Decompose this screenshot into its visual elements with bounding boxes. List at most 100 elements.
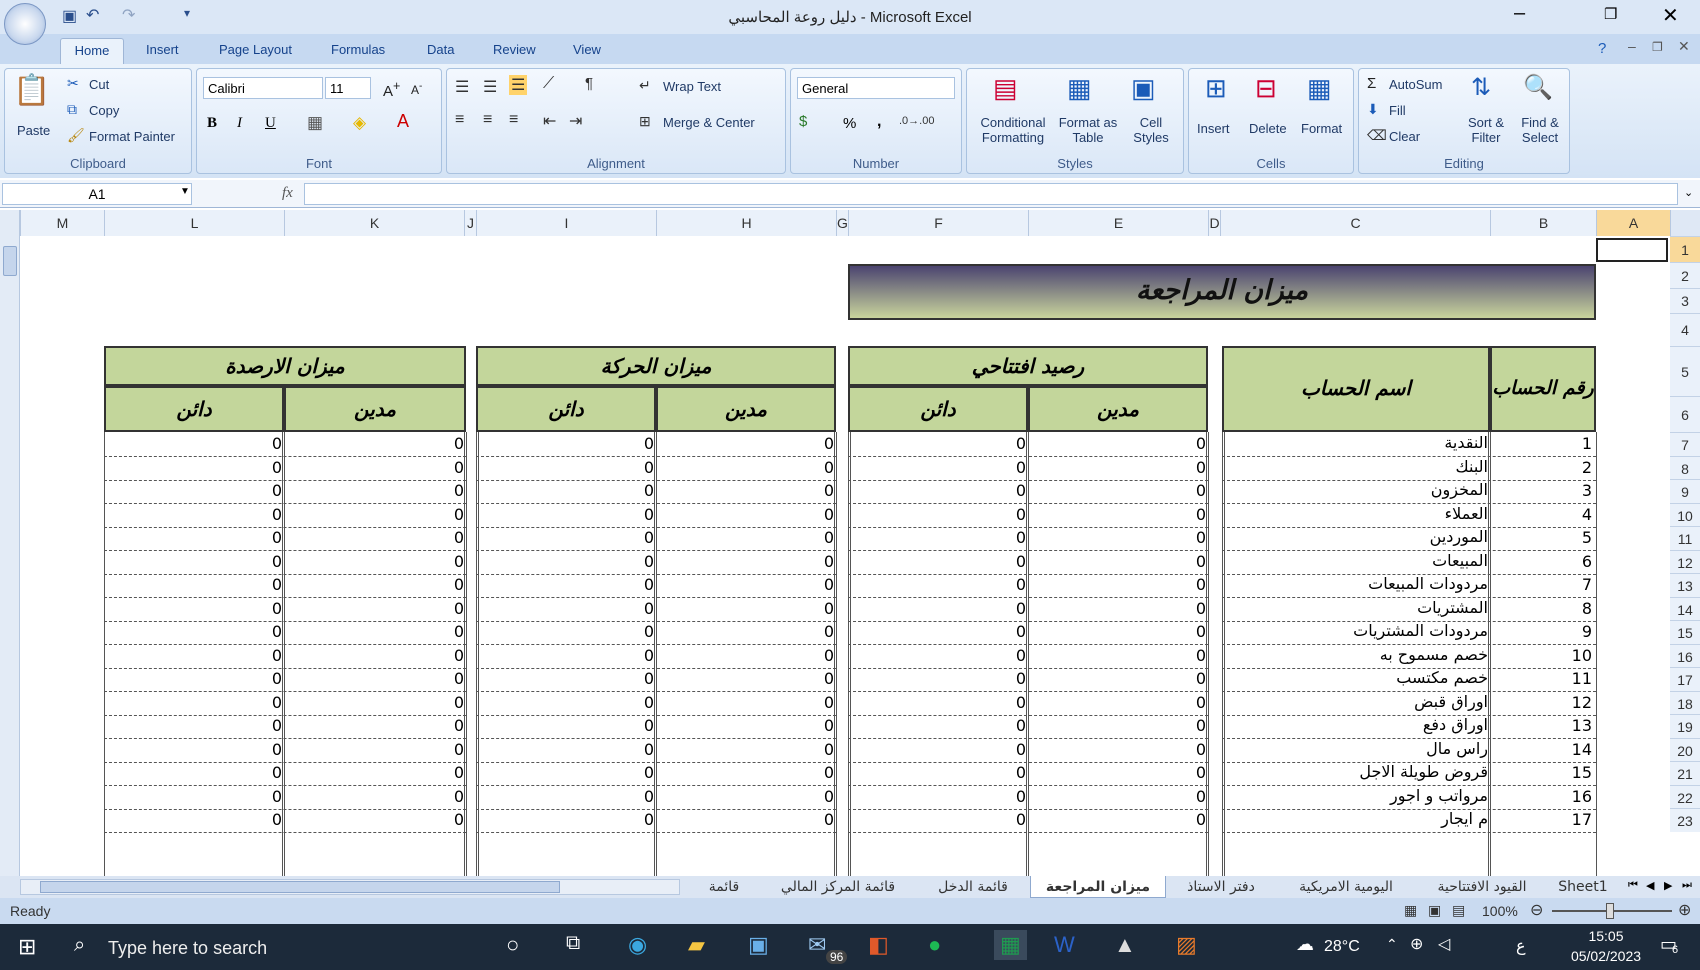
autosum-button[interactable]: AutoSum: [1389, 77, 1442, 92]
minimize-icon[interactable]: –: [1514, 2, 1525, 25]
amount-cell[interactable]: 0: [454, 787, 464, 806]
amount-cell[interactable]: 0: [454, 552, 464, 571]
col-header-C[interactable]: C: [1220, 210, 1490, 236]
amount-cell[interactable]: 0: [1016, 622, 1026, 641]
amount-cell[interactable]: 0: [1196, 787, 1206, 806]
amount-cell[interactable]: 0: [1016, 458, 1026, 477]
amount-cell[interactable]: 0: [1016, 669, 1026, 688]
amount-cell[interactable]: 0: [454, 434, 464, 453]
amount-cell[interactable]: 0: [824, 787, 834, 806]
shrink-font-icon[interactable]: A-: [411, 81, 422, 97]
format-button[interactable]: Format: [1301, 121, 1342, 136]
acct-no-cell[interactable]: 8: [1582, 599, 1592, 618]
amount-cell[interactable]: 0: [644, 505, 654, 524]
windows-start-icon[interactable]: ⊞: [18, 934, 36, 960]
help-icon[interactable]: ?: [1598, 40, 1606, 57]
amount-cell[interactable]: 0: [272, 740, 282, 759]
row-header-3[interactable]: 3: [1670, 288, 1700, 313]
tab-formulas[interactable]: Formulas: [331, 42, 385, 57]
amount-cell[interactable]: 0: [1196, 434, 1206, 453]
cortana-icon[interactable]: ○: [506, 932, 519, 958]
amount-cell[interactable]: 0: [824, 810, 834, 829]
amount-cell[interactable]: 0: [1016, 505, 1026, 524]
formula-input[interactable]: [304, 183, 1678, 205]
tab-insert[interactable]: Insert: [146, 42, 179, 57]
amount-cell[interactable]: 0: [644, 810, 654, 829]
amount-cell[interactable]: 0: [644, 552, 654, 571]
find-select-button[interactable]: Find & Select: [1515, 115, 1565, 145]
row-header-5[interactable]: 5: [1670, 346, 1700, 396]
row-header[interactable]: 12: [1670, 550, 1700, 574]
align-left-icon[interactable]: ≡: [455, 111, 464, 129]
font-name-select[interactable]: Calibri: [203, 77, 323, 99]
taskbar-date[interactable]: 05/02/2023: [1568, 948, 1644, 964]
amount-cell[interactable]: 0: [1016, 481, 1026, 500]
orientation-icon[interactable]: ⟋: [543, 75, 554, 93]
speaker-icon[interactable]: ◁: [1438, 934, 1450, 954]
amount-cell[interactable]: 0: [454, 505, 464, 524]
col-header-H[interactable]: H: [656, 210, 836, 236]
row-header[interactable]: 16: [1670, 644, 1700, 668]
acct-name-cell[interactable]: العملاء: [1445, 504, 1488, 523]
amount-cell[interactable]: 0: [272, 646, 282, 665]
sheet-tab-opening-entries[interactable]: القيود الافتتاحية: [1416, 876, 1548, 898]
row-header[interactable]: 23: [1670, 808, 1700, 832]
delete-button[interactable]: Delete: [1249, 121, 1287, 136]
row-header[interactable]: 18: [1670, 691, 1700, 715]
amount-cell[interactable]: 0: [272, 693, 282, 712]
row-header-1[interactable]: 1: [1670, 236, 1700, 262]
acct-no-cell[interactable]: 3: [1582, 481, 1592, 500]
amount-cell[interactable]: 0: [454, 575, 464, 594]
amount-cell[interactable]: 0: [454, 810, 464, 829]
amount-cell[interactable]: 0: [454, 763, 464, 782]
amount-cell[interactable]: 0: [1016, 716, 1026, 735]
amount-cell[interactable]: 0: [1016, 693, 1026, 712]
acct-name-cell[interactable]: مردودات المشتريات: [1353, 621, 1488, 640]
amount-cell[interactable]: 0: [644, 458, 654, 477]
row-header[interactable]: 17: [1670, 667, 1700, 691]
acct-name-cell[interactable]: خصم مكتسب: [1396, 668, 1488, 687]
col-header-I[interactable]: I: [476, 210, 656, 236]
task-view-icon[interactable]: ⧉: [566, 932, 580, 955]
tab-nav-first-icon[interactable]: ⏮: [1628, 879, 1638, 892]
amount-cell[interactable]: 0: [272, 716, 282, 735]
amount-cell[interactable]: 0: [824, 622, 834, 641]
sheet-tab-ledger[interactable]: دفتر الاستاذ: [1166, 876, 1276, 898]
acct-no-cell[interactable]: 17: [1572, 810, 1592, 829]
acct-name-cell[interactable]: اوراق قبض: [1414, 692, 1488, 711]
acct-no-cell[interactable]: 15: [1572, 763, 1592, 782]
amount-cell[interactable]: 0: [824, 740, 834, 759]
tab-nav-prev-icon[interactable]: ◀: [1646, 879, 1654, 892]
align-right-icon[interactable]: ≡: [509, 111, 518, 129]
office-button[interactable]: [4, 3, 46, 45]
row-header[interactable]: 22: [1670, 785, 1700, 809]
amount-cell[interactable]: 0: [272, 575, 282, 594]
amount-cell[interactable]: 0: [824, 505, 834, 524]
amount-cell[interactable]: 0: [1196, 481, 1206, 500]
amount-cell[interactable]: 0: [1016, 528, 1026, 547]
acct-name-cell[interactable]: مرواتب و اجور: [1390, 786, 1488, 805]
row-header[interactable]: 8: [1670, 456, 1700, 480]
number-format-select[interactable]: General: [797, 77, 955, 99]
acct-no-cell[interactable]: 14: [1572, 740, 1592, 759]
font-size-select[interactable]: 11: [325, 77, 371, 99]
acct-name-cell[interactable]: المشتريات: [1417, 598, 1488, 617]
comma-button[interactable]: ,: [877, 113, 881, 131]
page-layout-view-icon[interactable]: ▣: [1428, 902, 1441, 919]
amount-cell[interactable]: 0: [1016, 740, 1026, 759]
amount-cell[interactable]: 0: [1196, 528, 1206, 547]
col-header-D[interactable]: D: [1208, 210, 1220, 236]
amount-cell[interactable]: 0: [644, 669, 654, 688]
copy-button[interactable]: Copy: [89, 103, 119, 118]
amount-cell[interactable]: 0: [1196, 552, 1206, 571]
language-indicator[interactable]: ع: [1516, 936, 1526, 955]
amount-cell[interactable]: 0: [824, 552, 834, 571]
doc-close-icon[interactable]: ✕: [1678, 38, 1690, 55]
amount-cell[interactable]: 0: [1196, 575, 1206, 594]
underline-button[interactable]: U: [265, 115, 276, 132]
acct-no-cell[interactable]: 9: [1582, 622, 1592, 641]
row-header-2[interactable]: 2: [1670, 262, 1700, 288]
amount-cell[interactable]: 0: [272, 810, 282, 829]
amount-cell[interactable]: 0: [644, 575, 654, 594]
amount-cell[interactable]: 0: [1016, 763, 1026, 782]
